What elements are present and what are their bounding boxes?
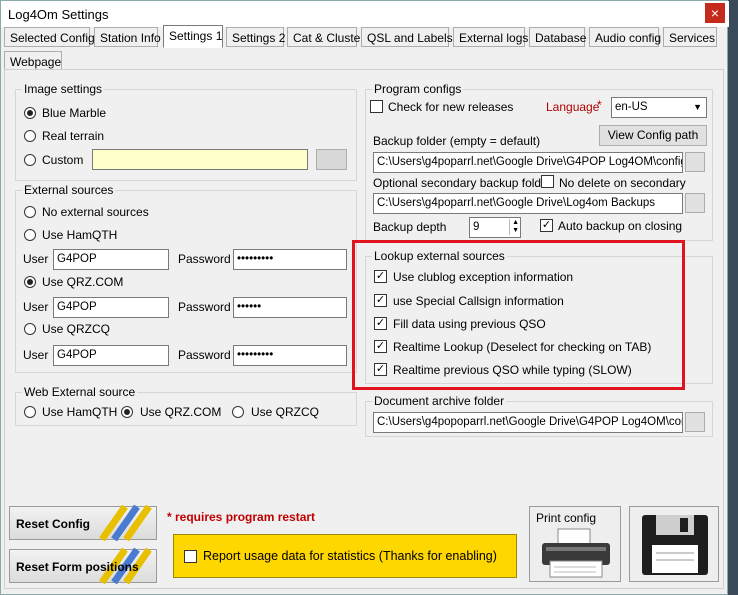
use-qrzcom-radio[interactable] xyxy=(24,276,36,288)
document-archive-browse-button[interactable] xyxy=(685,412,705,432)
backup-depth-value: 9 xyxy=(473,221,480,233)
view-config-path-button[interactable]: View Config path xyxy=(599,125,707,146)
hamqth-user-input[interactable]: G4POP xyxy=(53,249,169,270)
tab-database[interactable]: Database xyxy=(529,27,586,47)
no-external-radio[interactable] xyxy=(24,206,36,218)
external-sources-title: External sources xyxy=(22,183,116,197)
tab-cat-cluster[interactable]: Cat & Cluster xyxy=(287,27,364,47)
reset-form-button[interactable]: Reset Form positions xyxy=(9,547,157,585)
backup-depth-label: Backup depth xyxy=(373,220,447,234)
secondary-backup-label: Optional secondary backup folder xyxy=(373,176,552,190)
web-hamqth-radio[interactable] xyxy=(24,406,36,418)
reset-config-label: Reset Config xyxy=(16,517,91,531)
title-bar: Log4Om Settings × xyxy=(1,1,729,27)
web-qrzcq-radio[interactable] xyxy=(232,406,244,418)
web-hamqth-label: Use HamQTH xyxy=(42,405,118,419)
close-button[interactable]: × xyxy=(705,3,725,23)
hamqth-user-label: User xyxy=(23,252,49,266)
no-external-label: No external sources xyxy=(42,205,149,219)
language-value: en-US xyxy=(615,101,648,113)
web-qrzcq-label: Use QRZCQ xyxy=(251,405,320,419)
print-config-label: Print config xyxy=(536,511,597,525)
document-archive-input[interactable]: C:\Users\g4popoparrl.net\Google Drive\G4… xyxy=(373,412,683,433)
hamqth-password-label: Password xyxy=(178,252,231,266)
check-releases-checkbox[interactable] xyxy=(370,100,383,113)
hamqth-password-input[interactable]: ••••••••• xyxy=(233,249,347,270)
custom-browse-button[interactable] xyxy=(316,149,347,170)
qrzcom-password-label: Password xyxy=(178,300,231,314)
auto-backup-checkbox[interactable]: ✓ xyxy=(540,219,553,232)
language-required-mark: * xyxy=(597,98,602,112)
chevron-down-icon: ▼ xyxy=(693,102,702,112)
use-hamqth-label: Use HamQTH xyxy=(42,228,118,242)
qrzcq-password-input[interactable]: ••••••••• xyxy=(233,345,347,366)
restart-note: * requires program restart xyxy=(167,510,316,524)
settings-window: Log4Om Settings × Selected Config Statio… xyxy=(0,0,729,595)
tab-audio-config[interactable]: Audio config xyxy=(589,27,661,47)
window-title: Log4Om Settings xyxy=(8,7,109,22)
report-usage-checkbox[interactable] xyxy=(184,550,197,563)
save-button[interactable] xyxy=(629,506,719,582)
document-archive-title: Document archive folder xyxy=(372,394,507,408)
check-releases-label: Check for new releases xyxy=(388,100,514,114)
web-qrzcom-label: Use QRZ.COM xyxy=(140,405,222,419)
tab-external-logs[interactable]: External logs xyxy=(453,27,528,47)
use-qrzcq-label: Use QRZCQ xyxy=(42,322,111,336)
web-qrzcom-radio[interactable] xyxy=(121,406,133,418)
real-terrain-radio[interactable] xyxy=(24,130,36,142)
blue-marble-radio[interactable] xyxy=(24,107,36,119)
no-delete-checkbox[interactable] xyxy=(541,175,554,188)
real-terrain-label: Real terrain xyxy=(42,129,105,143)
tab-selected-config[interactable]: Selected Config xyxy=(4,27,95,47)
print-config-button[interactable]: Print config xyxy=(529,506,621,582)
qrzcq-user-input[interactable]: G4POP xyxy=(53,345,169,366)
tab-settings-2[interactable]: Settings 2 xyxy=(226,27,285,47)
custom-image-input[interactable] xyxy=(92,149,308,170)
use-qrzcq-radio[interactable] xyxy=(24,323,36,335)
secondary-backup-input[interactable]: C:\Users\g4poparrl.net\Google Drive\Log4… xyxy=(373,193,683,214)
qrzcom-user-input[interactable]: G4POP xyxy=(53,297,169,318)
image-settings-title: Image settings xyxy=(22,82,105,96)
spinner-arrows-icon[interactable]: ▲ ▼ xyxy=(509,219,519,235)
tab-webpage[interactable]: Webpage xyxy=(4,51,62,71)
qrzcom-user-label: User xyxy=(23,300,49,314)
use-hamqth-radio[interactable] xyxy=(24,229,36,241)
language-label: Language xyxy=(546,100,600,114)
program-configs-title: Program configs xyxy=(372,82,464,96)
custom-radio[interactable] xyxy=(24,154,36,166)
custom-label: Custom xyxy=(42,153,84,167)
tab-services[interactable]: Services xyxy=(663,27,717,47)
tab-qsl-labels[interactable]: QSL and Labels xyxy=(361,27,453,47)
backup-folder-input[interactable]: C:\Users\g4poparrl.net\Google Drive\G4PO… xyxy=(373,152,683,173)
qrzcom-password-input[interactable]: •••••• xyxy=(233,297,347,318)
auto-backup-label: Auto backup on closing xyxy=(558,219,683,233)
web-external-title: Web External source xyxy=(22,385,138,399)
printer-icon xyxy=(542,528,610,578)
backup-depth-input[interactable]: 9 ▲ ▼ xyxy=(469,217,521,238)
floppy-disk-icon xyxy=(642,515,708,575)
report-usage-label: Report usage data for statistics (Thanks… xyxy=(203,549,497,563)
report-usage-panel: Report usage data for statistics (Thanks… xyxy=(173,534,517,578)
qrzcq-user-label: User xyxy=(23,348,49,362)
reset-config-button[interactable]: Reset Config xyxy=(9,504,157,542)
use-qrzcom-label: Use QRZ.COM xyxy=(42,275,124,289)
backup-folder-label: Backup folder (empty = default) xyxy=(373,134,541,148)
backup-folder-browse-button[interactable] xyxy=(685,152,705,172)
secondary-backup-browse-button[interactable] xyxy=(685,193,705,213)
language-select[interactable]: en-US ▼ xyxy=(611,97,707,118)
qrzcq-password-label: Password xyxy=(178,348,231,362)
reset-form-label: Reset Form positions xyxy=(16,560,139,574)
tab-station-info[interactable]: Station Info xyxy=(94,27,161,47)
tab-settings-1[interactable]: Settings 1 xyxy=(163,25,223,48)
no-delete-label: No delete on secondary xyxy=(559,176,686,190)
highlight-annotation xyxy=(352,240,685,390)
blue-marble-label: Blue Marble xyxy=(42,106,107,120)
